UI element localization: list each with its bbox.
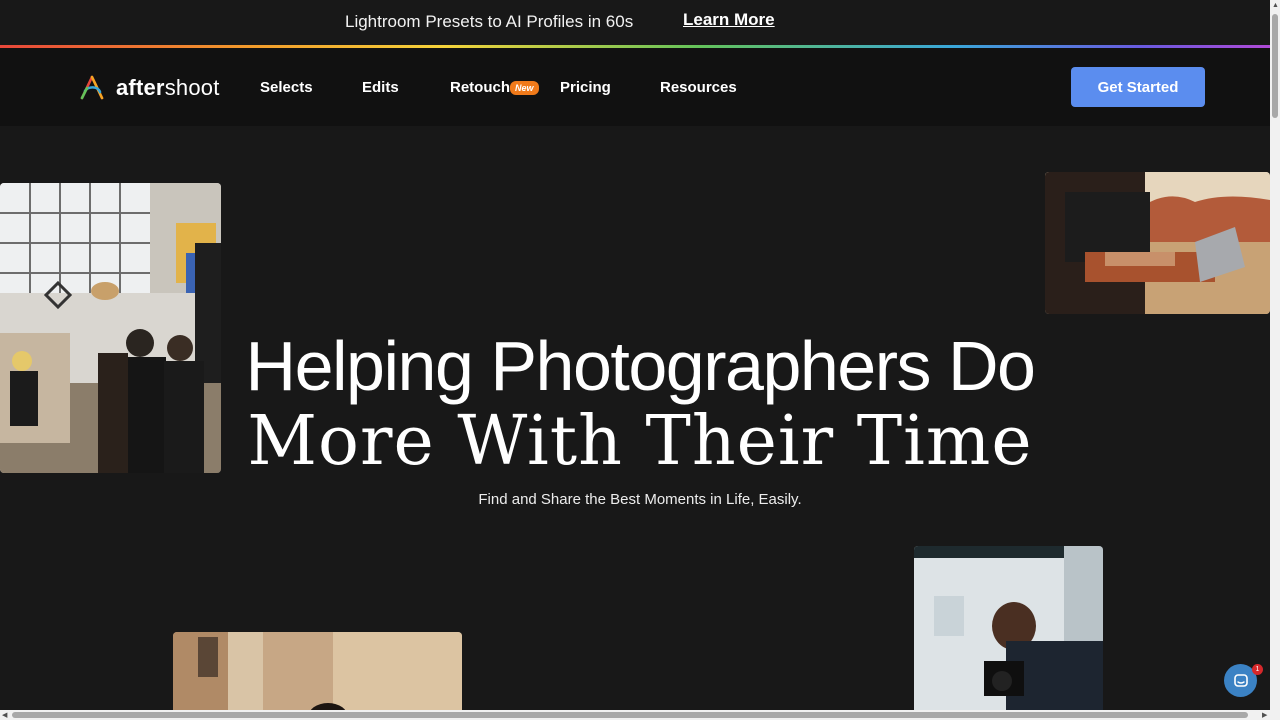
hero-heading-line-1: Helping Photographers Do <box>245 327 1036 405</box>
horizontal-scroll-thumb[interactable] <box>12 712 1248 718</box>
chat-icon <box>1233 673 1248 687</box>
building-photo <box>173 632 462 720</box>
scroll-up-arrow-icon[interactable]: ▲ <box>1272 2 1279 9</box>
nav-item-selects[interactable]: Selects <box>260 79 313 96</box>
main-nav: aftershoot Selects Edits Retouch New Pri… <box>0 48 1270 126</box>
nav-item-resources[interactable]: Resources <box>660 79 737 96</box>
new-badge: New <box>510 81 539 95</box>
brand-logo[interactable]: aftershoot <box>78 74 220 102</box>
scroll-left-arrow-icon[interactable]: ◀ <box>2 711 7 719</box>
chat-unread-badge: 1 <box>1252 664 1263 675</box>
get-started-button[interactable]: Get Started <box>1071 67 1205 107</box>
announcement-bar: Lightroom Presets to AI Profiles in 60s … <box>0 0 1270 45</box>
horizontal-scrollbar[interactable]: ◀ ▶ <box>0 710 1280 720</box>
vertical-scrollbar[interactable]: ▲ <box>1270 0 1280 710</box>
camera-photo <box>914 546 1103 720</box>
brand-name-suffix: shoot <box>164 75 220 100</box>
hero-subtitle: Find and Share the Best Moments in Life,… <box>478 491 802 508</box>
brand-name-prefix: after <box>116 75 165 100</box>
announcement-text: Lightroom Presets to AI Profiles in 60s <box>345 12 634 31</box>
nav-item-edits[interactable]: Edits <box>362 79 399 96</box>
nav-item-pricing[interactable]: Pricing <box>560 79 611 96</box>
hero-heading-line-2: More With Their Time <box>247 402 1033 481</box>
learn-more-link[interactable]: Learn More <box>683 10 775 30</box>
brand-name: aftershoot <box>116 75 220 101</box>
laptop-photo <box>1045 172 1270 314</box>
aftershoot-logo-icon <box>80 75 104 100</box>
scroll-right-arrow-icon[interactable]: ▶ <box>1262 711 1267 719</box>
nav-item-retouch[interactable]: Retouch <box>450 79 510 96</box>
vertical-scroll-thumb[interactable] <box>1272 14 1278 118</box>
